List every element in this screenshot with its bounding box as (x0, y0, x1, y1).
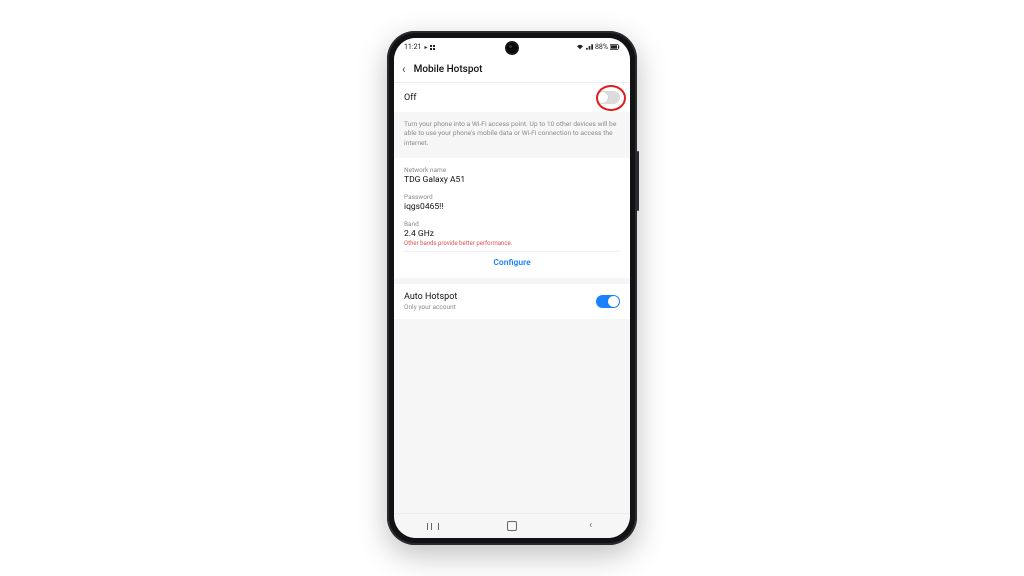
status-time: 11:21 (404, 43, 421, 51)
back-nav-icon: ‹ (589, 521, 592, 531)
apps-icon (430, 45, 435, 50)
title-bar: ‹ Mobile Hotspot (394, 56, 630, 83)
battery-text: 88% (595, 43, 608, 51)
band-field: Band 2.4 GHz Other bands provide better … (404, 220, 620, 247)
stage: 11:21 ▸ 88% ‹ Mobile Hotspot Off (0, 0, 1024, 576)
status-bar-left: 11:21 ▸ (404, 43, 435, 51)
hotspot-description: Turn your phone into a Wi-Fi access poin… (394, 112, 630, 158)
battery-icon (610, 44, 620, 50)
phone-screen: 11:21 ▸ 88% ‹ Mobile Hotspot Off (394, 38, 630, 538)
video-icon: ▸ (424, 44, 427, 51)
auto-hotspot-row[interactable]: Auto Hotspot Only your account (394, 284, 630, 319)
punch-hole-camera (505, 41, 519, 55)
back-icon[interactable]: ‹ (402, 63, 406, 75)
signal-icon (586, 44, 593, 50)
auto-hotspot-title: Auto Hotspot (404, 292, 457, 302)
network-name-value: TDG Galaxy A51 (404, 175, 620, 185)
auto-hotspot-subtitle: Only your account (404, 303, 457, 311)
network-name-field: Network name TDG Galaxy A51 (404, 166, 620, 185)
hotspot-state-label: Off (404, 93, 416, 103)
configure-row: Configure (404, 251, 620, 270)
status-bar-right: 88% (576, 43, 620, 51)
wifi-icon (576, 44, 584, 50)
band-warning: Other bands provide better performance. (404, 240, 620, 247)
password-field: Password iqgs0465!! (404, 193, 620, 212)
auto-hotspot-text: Auto Hotspot Only your account (404, 292, 457, 311)
hotspot-toggle[interactable] (596, 91, 620, 104)
band-value: 2.4 GHz (404, 229, 620, 239)
nav-recent-button[interactable] (413, 518, 453, 534)
nav-back-button[interactable]: ‹ (571, 518, 611, 534)
band-label: Band (404, 220, 620, 228)
nav-home-button[interactable] (492, 518, 532, 534)
password-value: iqgs0465!! (404, 202, 620, 212)
auto-hotspot-toggle[interactable] (596, 295, 620, 308)
navigation-bar: ‹ (394, 513, 630, 538)
hotspot-toggle-row[interactable]: Off (394, 83, 630, 112)
home-icon (507, 521, 517, 531)
phone-frame: 11:21 ▸ 88% ‹ Mobile Hotspot Off (387, 31, 637, 545)
content-area: Off Turn your phone into a Wi-Fi access … (394, 83, 630, 513)
network-name-label: Network name (404, 166, 620, 174)
page-title: Mobile Hotspot (414, 64, 483, 75)
password-label: Password (404, 193, 620, 201)
hotspot-details-card: Network name TDG Galaxy A51 Password iqg… (394, 158, 630, 278)
configure-button[interactable]: Configure (493, 258, 530, 268)
recent-icon (427, 523, 439, 530)
